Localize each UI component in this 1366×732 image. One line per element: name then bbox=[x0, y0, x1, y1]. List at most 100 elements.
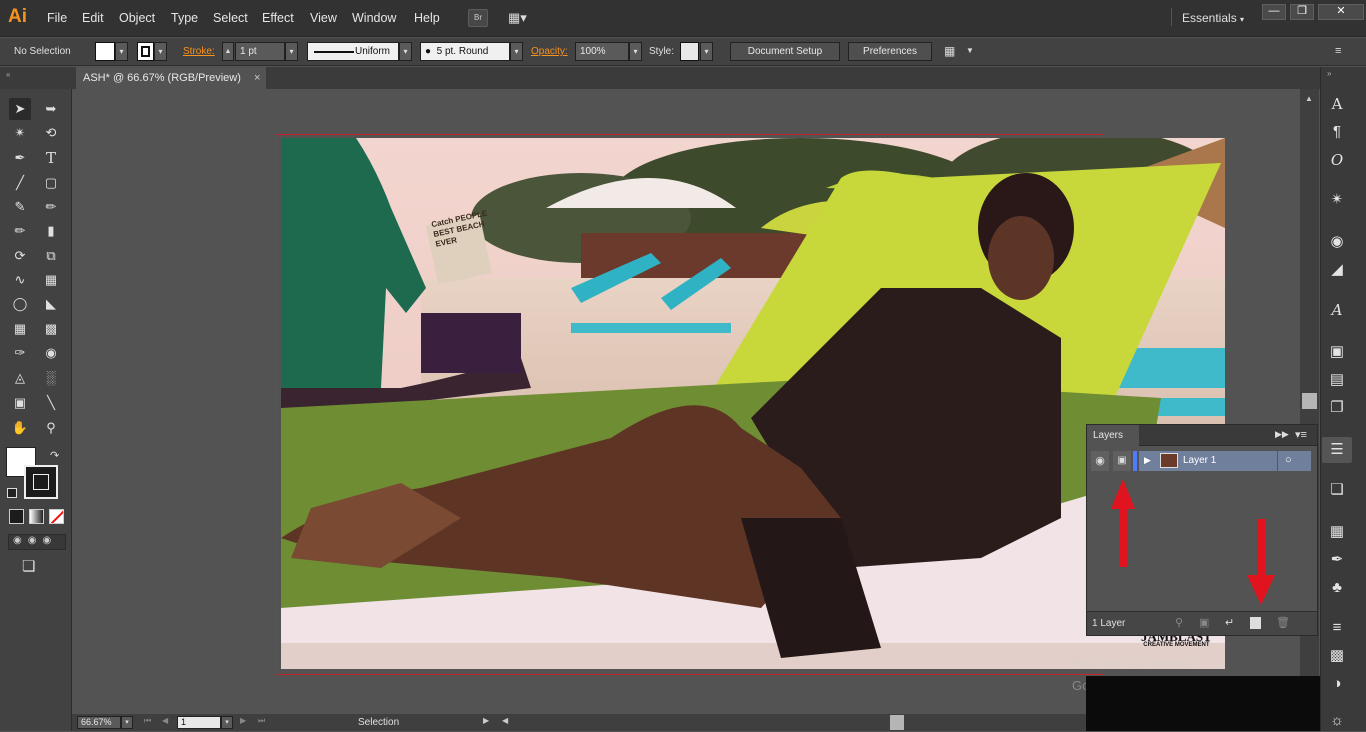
none-mode-icon[interactable] bbox=[49, 509, 64, 524]
stroke-weight-dropdown[interactable]: ▾ bbox=[285, 42, 298, 61]
horizontal-scroll-thumb[interactable] bbox=[890, 715, 904, 730]
current-tool-status[interactable]: Selection bbox=[358, 717, 399, 728]
column-graph-tool-icon[interactable]: ░ bbox=[40, 367, 62, 389]
paragraph-panel-icon[interactable]: ¶ bbox=[1326, 121, 1348, 143]
magic-wand-tool-icon[interactable]: ✴ bbox=[9, 122, 31, 144]
paintbrush-tool-icon[interactable]: ✎ bbox=[9, 196, 31, 218]
trash-icon[interactable]: 🗑 bbox=[1276, 616, 1290, 629]
artboards-panel-icon[interactable]: ❏ bbox=[1326, 479, 1348, 501]
opentype-panel-icon[interactable]: O bbox=[1326, 149, 1348, 171]
first-artboard-icon[interactable]: ⏮ bbox=[144, 716, 151, 726]
menu-effect[interactable]: Effect bbox=[262, 11, 294, 25]
symbol-sprayer-tool-icon[interactable]: ◬ bbox=[9, 367, 31, 389]
selection-tool-icon[interactable]: ➤ bbox=[9, 98, 31, 120]
status-menu-icon[interactable]: ▶ bbox=[483, 716, 489, 725]
line-tool-icon[interactable]: ╱ bbox=[9, 172, 31, 194]
perspective-grid-tool-icon[interactable]: ◣ bbox=[40, 293, 62, 315]
brushes-panel-icon[interactable]: ✒ bbox=[1326, 549, 1348, 571]
stroke-panel-icon[interactable]: ≡ bbox=[1326, 617, 1348, 639]
menu-object[interactable]: Object bbox=[119, 11, 155, 25]
fill-dropdown[interactable]: ▾ bbox=[115, 42, 128, 61]
prev-artboard-icon[interactable]: ◀ bbox=[162, 716, 168, 725]
transform-panel-icon[interactable]: ▣ bbox=[1326, 341, 1348, 363]
stroke-color-swatch[interactable] bbox=[24, 465, 58, 499]
drawing-modes-icon[interactable]: ◉◉◉ bbox=[8, 534, 66, 550]
eraser-tool-icon[interactable]: ▮ bbox=[40, 220, 62, 242]
arrange-icon[interactable]: ▦ bbox=[944, 44, 955, 58]
character-styles-panel-icon[interactable]: A bbox=[1326, 299, 1348, 321]
rotate-tool-icon[interactable]: ⟳ bbox=[9, 245, 31, 267]
swatches-panel-icon[interactable]: ▦ bbox=[1326, 521, 1348, 543]
layer-row[interactable]: ▶ Layer 1 ○ bbox=[1139, 451, 1311, 471]
fill-swatch[interactable] bbox=[95, 42, 115, 61]
new-layer-icon[interactable] bbox=[1250, 617, 1261, 629]
restore-button[interactable]: ❐ bbox=[1290, 4, 1314, 20]
panel-menu-icon[interactable]: ≡ bbox=[1335, 45, 1341, 57]
symbols-panel-icon[interactable]: ♣ bbox=[1326, 577, 1348, 599]
document-setup-button[interactable]: Document Setup bbox=[730, 42, 840, 61]
color-mode-icon[interactable] bbox=[9, 509, 24, 524]
chevron-down-icon[interactable]: ▼ bbox=[966, 46, 974, 55]
scroll-up-icon[interactable]: ▲ bbox=[1305, 94, 1313, 103]
stroke-stepper[interactable]: ▲ bbox=[222, 42, 234, 61]
minimize-button[interactable]: — bbox=[1262, 4, 1286, 20]
swap-colors-icon[interactable]: ↷ bbox=[50, 449, 59, 462]
align-panel-icon[interactable]: ▤ bbox=[1326, 369, 1348, 391]
transparency-panel-icon[interactable]: ◑ bbox=[1326, 673, 1348, 695]
zoom-tool-icon[interactable]: ⚲ bbox=[40, 417, 62, 439]
document-tab[interactable]: ASH* @ 66.67% (RGB/Preview) × bbox=[76, 67, 266, 89]
gradient-mode-icon[interactable] bbox=[29, 509, 44, 524]
default-colors-icon[interactable] bbox=[7, 488, 17, 498]
arrange-documents-icon[interactable]: ▦▾ bbox=[508, 9, 536, 27]
menu-view[interactable]: View bbox=[310, 11, 337, 25]
color-guide-panel-icon[interactable]: ◉ bbox=[1326, 231, 1348, 253]
width-tool-icon[interactable]: ∿ bbox=[9, 269, 31, 291]
last-artboard-icon[interactable]: ⏭ bbox=[258, 716, 265, 726]
collapse-panel-icon[interactable]: ▶▶ bbox=[1275, 429, 1289, 440]
menu-edit[interactable]: Edit bbox=[82, 11, 104, 25]
pen-tool-icon[interactable]: ✒ bbox=[9, 147, 31, 169]
target-circle-icon[interactable]: ○ bbox=[1285, 454, 1292, 466]
clipping-mask-icon[interactable]: ▣ bbox=[1199, 616, 1209, 629]
style-swatch[interactable] bbox=[680, 42, 699, 61]
hand-tool-icon[interactable]: ✋ bbox=[9, 417, 31, 439]
rectangle-tool-icon[interactable]: ▢ bbox=[40, 172, 62, 194]
visibility-eye-icon[interactable]: ◉ bbox=[1091, 451, 1109, 471]
free-transform-tool-icon[interactable]: ▦ bbox=[40, 269, 62, 291]
artboard-tool-icon[interactable]: ▣ bbox=[9, 392, 31, 414]
new-sublayer-icon[interactable]: ↵ bbox=[1225, 616, 1234, 629]
scale-tool-icon[interactable]: ⧉ bbox=[40, 245, 62, 267]
zoom-dropdown[interactable]: ▾ bbox=[121, 716, 133, 729]
close-window-button[interactable]: ✕ bbox=[1318, 4, 1364, 20]
stroke-label[interactable]: Stroke: bbox=[183, 46, 215, 57]
preferences-button[interactable]: Preferences bbox=[848, 42, 932, 61]
expand-dock-icon[interactable]: » bbox=[1327, 69, 1331, 78]
artboard-dropdown[interactable]: ▾ bbox=[221, 716, 233, 729]
type-tool-icon[interactable]: T bbox=[40, 147, 62, 169]
collapse-icon[interactable]: « bbox=[6, 70, 10, 79]
direct-selection-tool-icon[interactable]: ➥ bbox=[40, 98, 62, 120]
next-artboard-icon[interactable]: ▶ bbox=[240, 716, 246, 725]
gradient-panel-icon[interactable]: ◢ bbox=[1326, 259, 1348, 281]
lasso-tool-icon[interactable]: ⟲ bbox=[40, 122, 62, 144]
zoom-level-field[interactable]: 66.67% bbox=[77, 716, 121, 729]
layer-name[interactable]: Layer 1 bbox=[1183, 455, 1216, 466]
shape-builder-tool-icon[interactable]: ◯ bbox=[9, 293, 31, 315]
panel-menu-icon[interactable]: ▾≡ bbox=[1295, 428, 1307, 441]
bridge-button[interactable]: Br bbox=[468, 9, 488, 27]
stroke-swatch[interactable] bbox=[137, 42, 154, 61]
scroll-left-icon[interactable]: ◀ bbox=[502, 716, 508, 725]
expand-layer-icon[interactable]: ▶ bbox=[1144, 455, 1151, 466]
magic-wand-panel-icon[interactable]: ✴ bbox=[1326, 189, 1348, 211]
menu-file[interactable]: File bbox=[47, 11, 67, 25]
brush-definition-field[interactable]: ● 5 pt. Round bbox=[420, 42, 510, 61]
screen-mode-icon[interactable]: ❏ bbox=[22, 557, 35, 575]
artboard-number-field[interactable]: 1 bbox=[177, 716, 221, 729]
blend-tool-icon[interactable]: ◉ bbox=[40, 342, 62, 364]
character-panel-icon[interactable]: A bbox=[1326, 93, 1348, 115]
lock-icon[interactable]: ▣ bbox=[1113, 451, 1131, 471]
menu-window[interactable]: Window bbox=[352, 11, 396, 25]
locate-object-icon[interactable]: ⚲ bbox=[1175, 616, 1183, 629]
stroke-weight-field[interactable]: 1 pt bbox=[235, 42, 285, 61]
layers-tab[interactable]: Layers bbox=[1087, 425, 1139, 446]
